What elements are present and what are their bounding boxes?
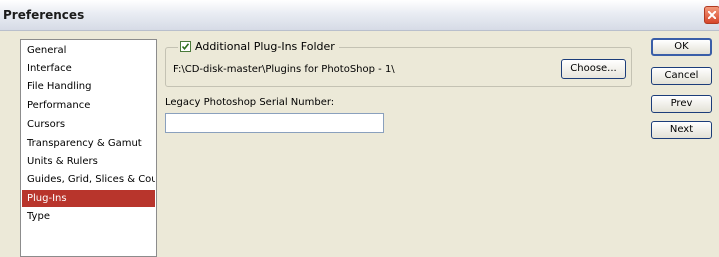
category-item-transparency-gamut[interactable]: Transparency & Gamut [22, 135, 155, 152]
category-item-file-handling[interactable]: File Handling [22, 78, 155, 95]
category-item-performance[interactable]: Performance [22, 97, 155, 114]
checkmark-icon [181, 42, 190, 50]
window-title: Preferences [3, 8, 85, 22]
title-bar: Preferences [0, 0, 719, 31]
category-list[interactable]: General Interface File Handling Performa… [20, 39, 157, 257]
additional-plugins-checkbox-row[interactable]: Additional Plug-Ins Folder [178, 38, 339, 54]
category-item-guides-grid-slices[interactable]: Guides, Grid, Slices & Count [22, 171, 155, 188]
close-button[interactable] [704, 6, 719, 24]
additional-plugins-label: Additional Plug-Ins Folder [195, 39, 335, 53]
category-item-type[interactable]: Type [22, 208, 155, 225]
cancel-button[interactable]: Cancel [651, 67, 712, 85]
category-item-units-rulers[interactable]: Units & Rulers [22, 153, 155, 170]
category-item-interface[interactable]: Interface [22, 60, 155, 77]
serial-number-label: Legacy Photoshop Serial Number: [165, 97, 335, 108]
plugins-folder-path: F:\CD-disk-master\Plugins for PhotoShop … [173, 64, 395, 75]
category-item-plug-ins[interactable]: Plug-Ins [22, 190, 155, 207]
close-icon [708, 11, 716, 19]
category-item-general[interactable]: General [22, 42, 155, 59]
next-button[interactable]: Next [651, 121, 712, 139]
prev-button[interactable]: Prev [651, 95, 712, 113]
ok-button[interactable]: OK [651, 38, 712, 56]
additional-plugins-checkbox[interactable] [180, 40, 191, 52]
choose-button[interactable]: Choose... [561, 59, 626, 79]
category-item-cursors[interactable]: Cursors [22, 116, 155, 133]
serial-number-input[interactable] [165, 113, 384, 133]
